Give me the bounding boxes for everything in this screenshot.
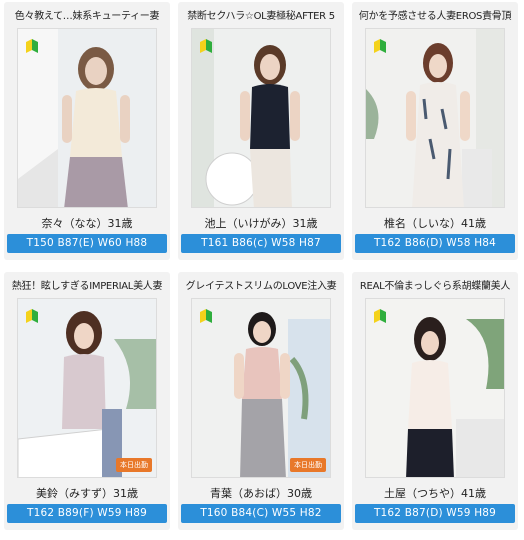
profile-photo[interactable] <box>365 28 505 208</box>
today-working-badge: 本日出勤 <box>290 458 326 472</box>
profile-measurements: T162 B89(F) W59 H89 <box>7 504 167 523</box>
beginner-mark-icon <box>26 309 38 323</box>
profile-photo[interactable]: 本日出勤 <box>17 298 157 478</box>
profile-photo[interactable] <box>365 298 505 478</box>
profile-card[interactable]: 熱狂！眩しすぎるIMPERIAL美人妻 本日出勤 美鈴（みすず）31歳 T162… <box>4 272 170 530</box>
catchphrase: 熱狂！眩しすぎるIMPERIAL美人妻 <box>11 281 163 292</box>
profile-photo[interactable]: 本日出勤 <box>191 298 331 478</box>
profile-name[interactable]: 池上（いけがみ）31歳 <box>178 215 344 231</box>
profile-grid: 色々教えて…妹系キューティー妻 奈々（なな）31歳 T150 B87(E) W6… <box>0 0 524 540</box>
profile-card[interactable]: 禁断セクハラ☆OL妻極秘AFTER 5 池上（いけがみ）31歳 T161 B86… <box>178 2 344 260</box>
profile-card[interactable]: 何かを予感させる人妻EROS責骨頂 椎名（しいな）41歳 T162 B86(D)… <box>352 2 518 260</box>
beginner-mark-icon <box>374 39 386 53</box>
profile-photo[interactable] <box>17 28 157 208</box>
profile-name[interactable]: 土屋（つちや）41歳 <box>352 485 518 501</box>
profile-name[interactable]: 奈々（なな）31歳 <box>4 215 170 231</box>
profile-card[interactable]: グレイテストスリムのLOVE注入妻 本日出勤 青葉（あおば）30歳 T160 B… <box>178 272 344 530</box>
profile-name[interactable]: 椎名（しいな）41歳 <box>352 215 518 231</box>
profile-photo[interactable] <box>191 28 331 208</box>
catchphrase: 色々教えて…妹系キューティー妻 <box>14 11 160 22</box>
catchphrase: 何かを予感させる人妻EROS責骨頂 <box>358 11 512 22</box>
catchphrase: グレイテストスリムのLOVE注入妻 <box>185 281 337 292</box>
profile-measurements: T161 B86(c) W58 H87 <box>181 234 341 253</box>
catchphrase: 禁断セクハラ☆OL妻極秘AFTER 5 <box>187 11 335 22</box>
profile-measurements: T160 B84(C) W55 H82 <box>181 504 341 523</box>
catchphrase: REAL不倫まっしぐら系胡蝶蘭美人 <box>359 281 511 292</box>
profile-name[interactable]: 青葉（あおば）30歳 <box>178 485 344 501</box>
profile-name[interactable]: 美鈴（みすず）31歳 <box>4 485 170 501</box>
profile-measurements: T150 B87(E) W60 H88 <box>7 234 167 253</box>
beginner-mark-icon <box>374 309 386 323</box>
beginner-mark-icon <box>200 39 212 53</box>
profile-card[interactable]: 色々教えて…妹系キューティー妻 奈々（なな）31歳 T150 B87(E) W6… <box>4 2 170 260</box>
beginner-mark-icon <box>26 39 38 53</box>
profile-measurements: T162 B86(D) W58 H84 <box>355 234 515 253</box>
profile-measurements: T162 B87(D) W59 H89 <box>355 504 515 523</box>
profile-card[interactable]: REAL不倫まっしぐら系胡蝶蘭美人 土屋（つちや）41歳 T162 B87(D)… <box>352 272 518 530</box>
today-working-badge: 本日出勤 <box>116 458 152 472</box>
beginner-mark-icon <box>200 309 212 323</box>
